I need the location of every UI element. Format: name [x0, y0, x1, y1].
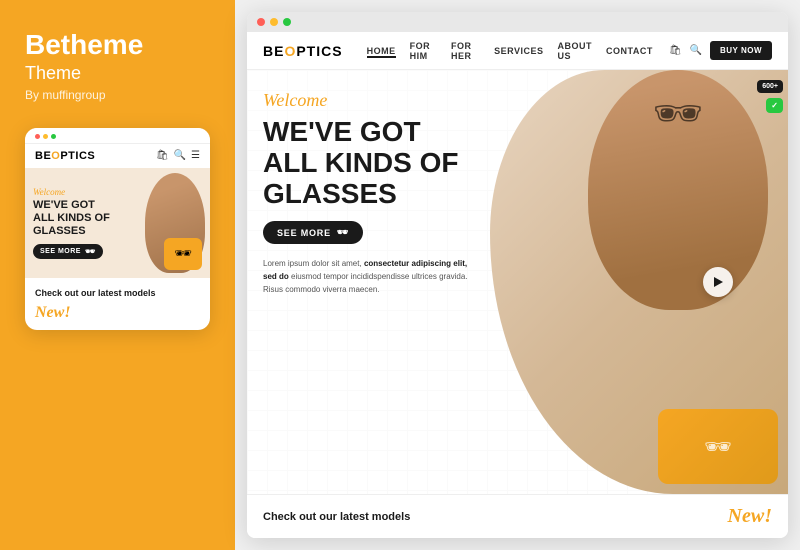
- hero-heading: WE'VE GOT ALL KINDS OF GLASSES: [263, 117, 474, 209]
- left-sidebar: Betheme Theme By muffingroup BEOPTICS 🛍 …: [0, 0, 235, 550]
- mobile-yellow-card: 🕶: [164, 238, 202, 270]
- see-more-button[interactable]: SEE MORE 🕶: [263, 221, 363, 244]
- play-button[interactable]: [703, 267, 733, 297]
- hero-description: Lorem ipsum dolor sit amet, consectetur …: [263, 258, 474, 296]
- mobile-dot-green: [51, 134, 56, 139]
- nav-links: HOME FOR HIM FOR HER SERVICES ABOUT US C…: [367, 41, 653, 61]
- checkmark-icon: ✓: [771, 101, 778, 110]
- mobile-nav-icons: 🛍 🔍 ☰: [156, 150, 200, 161]
- mobile-hero: Welcome WE'VE GOT ALL KINDS OF GLASSES S…: [25, 168, 210, 278]
- mobile-dot-red: [35, 134, 40, 139]
- desktop-logo: BEOPTICS: [263, 43, 343, 59]
- mobile-dot-yellow: [43, 134, 48, 139]
- desktop-bottom-section: Check out our latest models New!: [247, 494, 788, 538]
- mobile-hero-heading: WE'VE GOT ALL KINDS OF GLASSES: [33, 199, 110, 239]
- brand-by: By muffingroup: [25, 88, 106, 102]
- mobile-cart-icon: 🛍: [156, 150, 169, 161]
- mobile-search-icon: 🔍: [174, 150, 186, 161]
- desktop-titlebar: [247, 12, 788, 32]
- mobile-titlebar: [25, 128, 210, 144]
- mobile-check-text: Check out our latest models: [25, 278, 210, 302]
- mobile-card-glasses: 🕶: [174, 245, 192, 262]
- play-triangle-icon: [714, 277, 723, 287]
- yellow-card-inner: 🕶: [658, 409, 778, 484]
- mobile-glasses-icon: 🕶: [85, 247, 96, 256]
- nav-link-forhim[interactable]: FOR HIM: [410, 41, 437, 61]
- desktop-hero: Welcome WE'VE GOT ALL KINDS OF GLASSES S…: [247, 70, 788, 494]
- nav-link-forher[interactable]: FOR HER: [451, 41, 480, 61]
- mobile-welcome-text: Welcome: [33, 187, 110, 197]
- cart-icon[interactable]: 🛍: [669, 45, 682, 56]
- person-glasses-icon: 🕶: [653, 90, 704, 137]
- mobile-window-controls: [35, 134, 56, 139]
- mobile-new-label: New!: [25, 302, 210, 330]
- nav-link-home[interactable]: HOME: [367, 46, 396, 56]
- desktop-mockup: BEOPTICS HOME FOR HIM FOR HER SERVICES A…: [247, 12, 788, 538]
- yellow-card-glasses-icon: 🕶: [704, 434, 732, 460]
- nav-link-services[interactable]: SERVICES: [494, 46, 543, 56]
- check-out-text: Check out our latest models: [263, 511, 410, 523]
- desktop-dot-yellow: [270, 18, 278, 26]
- search-icon[interactable]: 🔍: [690, 45, 702, 56]
- mobile-navbar: BEOPTICS 🛍 🔍 ☰: [25, 144, 210, 168]
- hero-welcome-text: Welcome: [263, 90, 474, 111]
- desktop-dot-green: [283, 18, 291, 26]
- hero-right-image: 🕶 600+ ✓ 🕶: [490, 70, 788, 494]
- desktop-dot-red: [257, 18, 265, 26]
- hero-left-content: Welcome WE'VE GOT ALL KINDS OF GLASSES S…: [247, 70, 490, 494]
- yellow-card: 🕶: [658, 409, 778, 484]
- brand-subtitle: Theme: [25, 63, 81, 84]
- brand-title: Betheme: [25, 30, 143, 61]
- buy-now-button[interactable]: BUY NOW: [710, 41, 772, 60]
- nav-right-controls: 🛍 🔍 BUY NOW: [669, 41, 772, 60]
- mobile-hero-text: Welcome WE'VE GOT ALL KINDS OF GLASSES S…: [25, 179, 118, 267]
- mobile-see-more-button[interactable]: SEE MORE 🕶: [33, 244, 103, 259]
- desktop-navbar: BEOPTICS HOME FOR HIM FOR HER SERVICES A…: [247, 32, 788, 70]
- hero-person-image: 🕶: [588, 70, 768, 310]
- mobile-mockup: BEOPTICS 🛍 🔍 ☰ Welcome WE'VE GOT ALL KIN…: [25, 128, 210, 330]
- nav-link-about[interactable]: ABOUT US: [557, 41, 592, 61]
- green-badge: ✓: [766, 98, 783, 113]
- glasses-icon: 🕶: [337, 227, 349, 238]
- mobile-menu-icon: ☰: [191, 150, 200, 161]
- right-panel: BEOPTICS HOME FOR HIM FOR HER SERVICES A…: [235, 0, 800, 550]
- counter-badge: 600+: [757, 80, 783, 93]
- mobile-logo: BEOPTICS: [35, 150, 95, 162]
- new-label: New!: [728, 505, 772, 528]
- nav-link-contact[interactable]: CONTACT: [606, 46, 653, 56]
